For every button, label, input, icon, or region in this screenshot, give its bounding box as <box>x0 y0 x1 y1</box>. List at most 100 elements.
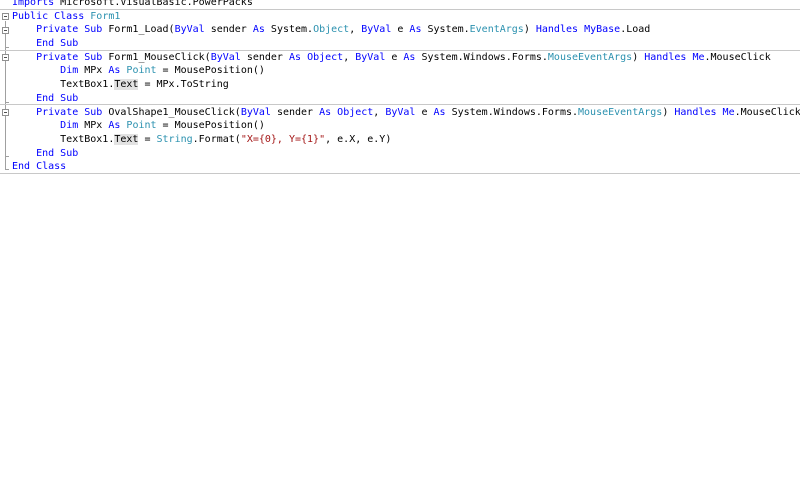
code-line[interactable]: Dim MPx As Point = MousePosition() <box>0 64 800 78</box>
code-token: Dim <box>60 120 79 132</box>
code-token: sender <box>240 51 289 63</box>
code-line-text: Private Sub Form1_Load(ByVal sender As S… <box>12 23 650 37</box>
code-token: sender <box>270 106 320 118</box>
code-token: End Sub <box>36 147 79 159</box>
code-token: , e.X, e.Y) <box>325 133 392 145</box>
code-token: System.Windows.Forms. <box>415 51 548 63</box>
code-token: As <box>319 106 332 118</box>
code-token: Point <box>126 65 157 77</box>
code-token: .Format( <box>192 133 241 145</box>
code-token: As <box>288 51 302 63</box>
code-token: , <box>343 51 356 63</box>
separator-line <box>0 104 800 105</box>
code-token: TextBox1. <box>12 133 115 145</box>
code-line[interactable]: Dim MPx As Point = MousePosition() <box>0 119 800 133</box>
code-token: .MouseClick <box>734 106 800 118</box>
code-token: ByVal <box>240 106 271 118</box>
code-token: End Sub <box>36 38 79 50</box>
code-token: Text <box>114 133 139 145</box>
separator-line <box>0 9 800 10</box>
code-line[interactable]: TextBox1.Text = String.Format("X={0}, Y=… <box>0 133 800 147</box>
code-token: System.Windows.Forms. <box>445 106 579 118</box>
code-token: Microsoft.VisualBasic.PowerPacks <box>54 0 253 8</box>
code-token: ) <box>662 106 675 118</box>
code-token: sender <box>204 24 253 36</box>
code-token: As <box>433 106 446 118</box>
code-token: EventArgs <box>469 24 524 36</box>
code-token: Form1_MouseClick( <box>102 51 211 63</box>
code-token: Form1 <box>90 10 121 22</box>
code-token: Object <box>307 51 344 63</box>
code-line[interactable]: End Sub <box>0 147 800 161</box>
code-line-text: End Class <box>12 160 66 174</box>
code-line[interactable]: End Sub <box>0 37 800 51</box>
code-token: End Class <box>12 161 67 173</box>
code-lines[interactable]: Imports Microsoft.VisualBasic.PowerPacks… <box>0 0 800 174</box>
code-token: ByVal <box>355 51 386 63</box>
code-token: Dim <box>60 65 79 77</box>
code-token: System. <box>421 24 470 36</box>
code-token: Point <box>126 120 157 132</box>
code-token: ByVal <box>385 106 416 118</box>
code-token: , <box>349 24 362 36</box>
code-token: End Sub <box>36 92 79 104</box>
code-token: Private Sub <box>36 106 103 118</box>
code-token: As <box>409 24 422 36</box>
code-line[interactable]: Public Class Form1 <box>0 10 800 24</box>
code-token: OvalShape1_MouseClick( <box>102 106 241 118</box>
code-token: As <box>108 120 121 132</box>
code-token: e <box>385 51 404 63</box>
code-line-text: TextBox1.Text = MPx.ToString <box>12 78 229 92</box>
code-token: Text <box>114 79 139 91</box>
code-token: System. <box>264 24 314 36</box>
code-token: As <box>252 24 265 36</box>
code-token: As <box>108 65 121 77</box>
code-line-text: Dim MPx As Point = MousePosition() <box>12 64 265 78</box>
code-token: Form1_Load( <box>102 24 175 36</box>
code-token: ByVal <box>174 24 205 36</box>
code-token: = MousePosition() <box>156 65 265 77</box>
code-token: Object <box>337 106 374 118</box>
code-token: .Load <box>620 24 651 36</box>
code-token: Handles <box>644 51 687 63</box>
code-token: MouseEventArgs <box>578 106 663 118</box>
code-token: .MouseClick <box>704 51 771 63</box>
code-token: "X={0}, Y={1}" <box>240 133 326 145</box>
code-token: = MousePosition() <box>156 120 265 132</box>
code-line[interactable]: Private Sub Form1_MouseClick(ByVal sende… <box>0 51 800 65</box>
code-token: MPx <box>78 120 109 132</box>
code-line[interactable]: TextBox1.Text = MPx.ToString <box>0 78 800 92</box>
code-editor[interactable]: Imports Microsoft.VisualBasic.PowerPacks… <box>0 0 800 498</box>
code-line[interactable]: End Class <box>0 160 800 174</box>
code-token: Handles <box>674 106 717 118</box>
code-token: = MPx.ToString <box>138 79 229 91</box>
code-token: Private Sub <box>36 24 103 36</box>
code-token: MPx <box>78 65 109 77</box>
code-token: MouseEventArgs <box>547 51 633 63</box>
code-token: = <box>138 133 157 145</box>
code-token: MyBase <box>584 24 621 36</box>
code-line-text: Private Sub Form1_MouseClick(ByVal sende… <box>12 51 771 65</box>
code-line[interactable]: Private Sub OvalShape1_MouseClick(ByVal … <box>0 106 800 120</box>
code-token: Object <box>313 24 350 36</box>
separator-line <box>0 50 800 51</box>
code-token: Me <box>722 106 735 118</box>
separator-line <box>0 173 800 174</box>
code-token: e <box>415 106 434 118</box>
code-line-text: Private Sub OvalShape1_MouseClick(ByVal … <box>12 106 800 120</box>
code-token: TextBox1. <box>12 79 115 91</box>
code-token: e <box>391 24 410 36</box>
code-line[interactable]: Private Sub Form1_Load(ByVal sender As S… <box>0 23 800 37</box>
code-token: ByVal <box>210 51 241 63</box>
code-line-text: Dim MPx As Point = MousePosition() <box>12 119 265 133</box>
code-token: , <box>373 106 386 118</box>
code-token: ) <box>632 51 645 63</box>
